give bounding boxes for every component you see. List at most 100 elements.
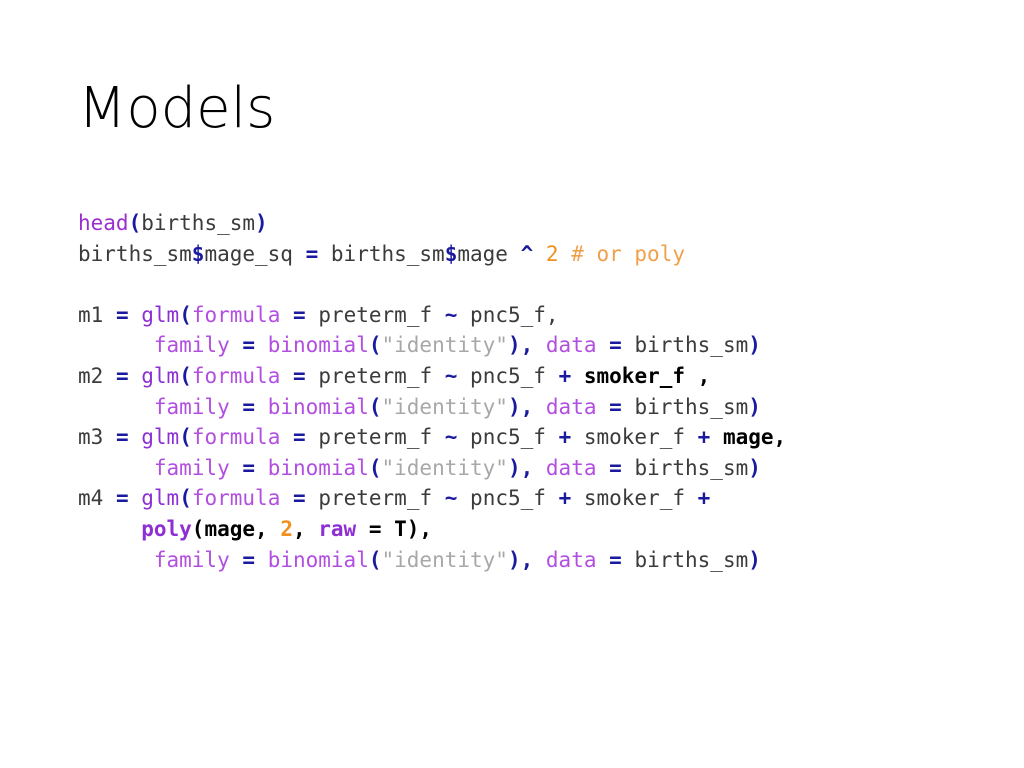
code-token: "identity" (381, 547, 508, 572)
code-token: ( (368, 333, 382, 358)
code-token: m3 (78, 425, 116, 450)
code-token: $ (191, 241, 205, 266)
code-token: births_sm (318, 241, 445, 266)
code-token: glm (141, 302, 180, 327)
code-token: ) (748, 455, 761, 480)
code-token: smoker_f , (583, 363, 711, 388)
code-token: = (305, 241, 319, 266)
code-token: = (293, 302, 306, 327)
code-token: m2 (78, 363, 116, 388)
code-token: + (697, 486, 711, 511)
code-token: ) (507, 333, 521, 358)
code-token: ) (255, 211, 268, 235)
code-token: mage, (722, 425, 787, 450)
code-token: ( (128, 211, 142, 235)
code-token: preterm_f (305, 425, 445, 450)
line-m3-b: family = binomial("identity"), data = bi… (78, 453, 978, 484)
line-mage-sq: births_sm$mage_sq = births_sm$mage ^ 2 #… (78, 239, 978, 270)
code-token: = (609, 394, 622, 419)
code-token: "identity" (381, 394, 508, 419)
code-token: births_sm (141, 211, 256, 235)
code-token: ) (748, 394, 761, 419)
code-token: pnc5_f, (457, 302, 559, 327)
code-token: = (293, 425, 306, 450)
code-token: , (520, 547, 534, 572)
code-token: , (292, 516, 319, 541)
code-token: binomial (267, 333, 369, 358)
code-token: preterm_f (305, 302, 445, 327)
code-token: ~ (444, 486, 458, 511)
code-token: formula (191, 363, 281, 388)
code-token: , (520, 455, 534, 480)
code-token: pnc5_f (457, 363, 559, 388)
code-token: = T), (356, 516, 433, 541)
code-token: preterm_f (305, 363, 445, 388)
code-token: ( (179, 425, 192, 450)
code-token: = (242, 547, 256, 572)
code-token: + (697, 425, 711, 450)
line-m4-poly: poly(mage, 2, raw = T), (78, 514, 978, 545)
code-token: glm (141, 363, 180, 388)
slide-canvas: Models head(births_sm) births_sm$mage_sq … (0, 0, 1024, 768)
code-token: ) (507, 547, 521, 572)
code-token: ) (748, 333, 761, 358)
code-token: # or poly (571, 241, 685, 266)
code-token: preterm_f (305, 486, 445, 511)
code-token: binomial (267, 394, 369, 419)
code-token: glm (141, 486, 180, 511)
code-token: , (520, 394, 534, 419)
code-token: births_sm (621, 394, 749, 419)
code-token: = (115, 486, 129, 511)
line-m4-b: family = binomial("identity"), data = bi… (78, 545, 978, 576)
code-token: $ (444, 241, 458, 266)
code-block: head(births_sm) births_sm$mage_sq = birth… (78, 208, 978, 575)
code-token: = (293, 486, 306, 511)
code-token: births_sm (621, 547, 749, 572)
code-token: ) (748, 547, 761, 572)
code-token: raw (318, 516, 357, 541)
code-token: mage_sq (204, 241, 306, 266)
code-token: binomial (267, 455, 369, 480)
code-token: 2 (545, 241, 559, 266)
code-token: family (153, 455, 230, 480)
code-token: ( (179, 486, 192, 511)
code-token: + (558, 363, 572, 388)
code-token: ( (368, 547, 382, 572)
code-token: = (609, 455, 622, 480)
code-token: = (242, 455, 256, 480)
code-token: family (153, 333, 230, 358)
line-m4-a: m4 = glm(formula = preterm_f ~ pnc5_f + … (78, 483, 978, 514)
code-token: + (558, 425, 572, 450)
code-token: head (78, 211, 129, 235)
code-token: m4 (78, 486, 116, 511)
code-token: , (520, 333, 534, 358)
line-m2-b: family = binomial("identity"), data = bi… (78, 392, 978, 423)
code-token: ( (368, 394, 382, 419)
code-token: smoker_f (571, 425, 698, 450)
code-token: ) (507, 455, 521, 480)
code-token: ~ (444, 363, 458, 388)
line-m1-a: m1 = glm(formula = preterm_f ~ pnc5_f, (78, 300, 978, 331)
code-token: = (242, 394, 256, 419)
